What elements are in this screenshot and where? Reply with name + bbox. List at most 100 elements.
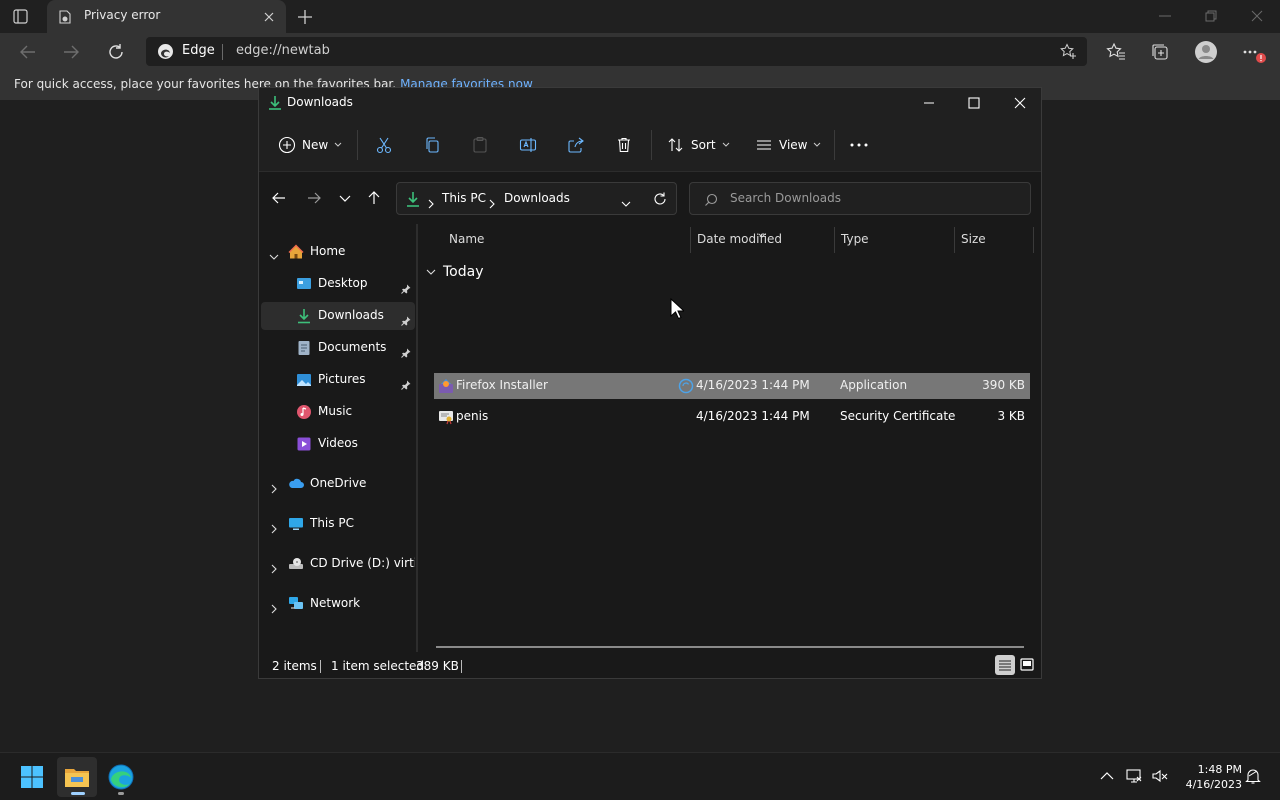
taskbar-file-explorer[interactable] bbox=[57, 757, 97, 797]
recent-locations-icon[interactable] bbox=[336, 189, 354, 207]
taskbar-edge[interactable] bbox=[101, 757, 141, 797]
sidebar-label-onedrive: OneDrive bbox=[310, 476, 367, 490]
sidebar-item-network[interactable]: Network bbox=[261, 590, 415, 618]
forward-icon[interactable] bbox=[60, 41, 82, 63]
network-status-icon[interactable] bbox=[1125, 767, 1143, 785]
start-button[interactable] bbox=[12, 757, 52, 797]
sidebar-item-documents[interactable]: Documents bbox=[261, 334, 415, 362]
collections-icon[interactable] bbox=[1149, 41, 1171, 63]
file-row-penis[interactable]: penis 4/16/2023 1:44 PM Security Certifi… bbox=[434, 404, 1030, 430]
view-label: View bbox=[779, 138, 808, 152]
address-bar[interactable]: Edge edge://newtab bbox=[146, 37, 1087, 66]
sidebar-item-desktop[interactable]: Desktop bbox=[261, 270, 415, 298]
sort-button[interactable]: Sort bbox=[667, 134, 730, 156]
taskbar: 1:48 PM 4/16/2023 bbox=[0, 752, 1280, 800]
chevron-right-icon[interactable] bbox=[269, 519, 279, 534]
search-placeholder: Search Downloads bbox=[730, 191, 841, 205]
column-divider[interactable] bbox=[690, 227, 691, 253]
copy-button[interactable] bbox=[423, 134, 441, 156]
explorer-title: Downloads bbox=[287, 95, 353, 109]
back-arrow-icon[interactable] bbox=[270, 189, 288, 207]
paste-button[interactable] bbox=[471, 134, 489, 156]
sidebar-item-music[interactable]: Music bbox=[261, 398, 415, 426]
more-options-button[interactable] bbox=[849, 134, 869, 156]
pictures-icon bbox=[296, 372, 312, 388]
explorer-maximize-icon[interactable] bbox=[966, 95, 982, 111]
show-hidden-icons-icon[interactable] bbox=[1098, 767, 1116, 785]
chevron-down-icon[interactable] bbox=[269, 247, 279, 260]
chevron-right-icon[interactable] bbox=[269, 479, 279, 494]
view-button[interactable]: View bbox=[755, 134, 821, 156]
address-dropdown-icon[interactable] bbox=[621, 194, 631, 207]
refresh-icon[interactable] bbox=[105, 41, 127, 63]
minimize-icon[interactable] bbox=[1157, 8, 1173, 24]
pin-icon bbox=[401, 375, 411, 390]
sidebar-item-home[interactable]: Home bbox=[261, 238, 415, 266]
add-favorite-icon[interactable] bbox=[1060, 43, 1077, 60]
sidebar-item-cd-drive[interactable]: CD Drive (D:) virtio-win bbox=[261, 550, 415, 578]
onedrive-icon bbox=[288, 476, 304, 492]
chevron-down-icon bbox=[814, 142, 821, 147]
column-header-name[interactable]: Name bbox=[449, 232, 484, 246]
close-window-icon[interactable] bbox=[1249, 8, 1265, 24]
taskbar-clock[interactable]: 1:48 PM 4/16/2023 bbox=[1176, 762, 1242, 792]
sidebar-item-this-pc[interactable]: This PC bbox=[261, 510, 415, 538]
favorites-icon[interactable] bbox=[1105, 41, 1127, 63]
close-tab-icon[interactable] bbox=[262, 9, 276, 23]
group-header-today[interactable]: Today bbox=[425, 262, 484, 282]
breadcrumb[interactable]: This PC Downloads bbox=[396, 182, 677, 215]
notifications-icon[interactable] bbox=[1244, 767, 1262, 785]
sidebar-label-pictures: Pictures bbox=[318, 372, 366, 386]
sidebar-item-videos[interactable]: Videos bbox=[261, 430, 415, 458]
url-text[interactable]: edge://newtab bbox=[236, 43, 330, 58]
restore-icon[interactable] bbox=[1203, 8, 1219, 24]
settings-more-icon[interactable] bbox=[1241, 41, 1266, 63]
explorer-title-bar[interactable]: Downloads bbox=[259, 88, 1041, 118]
chevron-right-icon[interactable] bbox=[269, 559, 279, 574]
column-divider[interactable] bbox=[834, 227, 835, 253]
column-header-size[interactable]: Size bbox=[961, 232, 986, 246]
browser-tab[interactable]: Privacy error bbox=[47, 0, 286, 33]
mouse-cursor-icon bbox=[670, 297, 686, 320]
column-header-type[interactable]: Type bbox=[841, 232, 869, 246]
chevron-right-icon bbox=[487, 194, 497, 209]
delete-button[interactable] bbox=[615, 134, 633, 156]
cut-button[interactable] bbox=[375, 134, 393, 156]
sort-icon bbox=[668, 138, 683, 152]
file-type: Security Certificate bbox=[840, 409, 956, 423]
up-arrow-icon[interactable] bbox=[365, 189, 383, 207]
windows-logo-icon bbox=[21, 766, 43, 788]
column-divider[interactable] bbox=[954, 227, 955, 253]
column-divider[interactable] bbox=[1033, 227, 1034, 253]
tab-actions-icon[interactable] bbox=[10, 7, 38, 27]
cut-icon bbox=[376, 137, 392, 154]
rename-button[interactable] bbox=[519, 134, 537, 156]
search-input[interactable]: Search Downloads bbox=[689, 182, 1031, 215]
sidebar-item-onedrive[interactable]: OneDrive bbox=[261, 470, 415, 498]
forward-arrow-icon[interactable] bbox=[305, 189, 323, 207]
horizontal-scrollbar[interactable] bbox=[436, 646, 1024, 648]
sidebar-item-downloads[interactable]: Downloads bbox=[261, 302, 415, 330]
sidebar-item-pictures[interactable]: Pictures bbox=[261, 366, 415, 394]
column-header-date-modified[interactable]: Date modified bbox=[697, 232, 782, 246]
explorer-close-icon[interactable] bbox=[1012, 95, 1028, 111]
back-icon[interactable] bbox=[17, 41, 39, 63]
file-date: 4/16/2023 1:44 PM bbox=[696, 409, 810, 423]
details-view-button[interactable] bbox=[995, 655, 1015, 675]
breadcrumb-this-pc[interactable]: This PC bbox=[442, 191, 486, 205]
music-icon bbox=[296, 404, 312, 420]
new-button[interactable]: New bbox=[278, 134, 342, 156]
firefox-installer-icon bbox=[438, 378, 454, 394]
refresh-icon[interactable] bbox=[652, 191, 668, 207]
file-row-firefox-installer[interactable]: Firefox Installer 4/16/2023 1:44 PM Appl… bbox=[434, 373, 1030, 399]
chevron-right-icon[interactable] bbox=[269, 599, 279, 614]
volume-muted-icon[interactable] bbox=[1151, 767, 1169, 785]
new-tab-icon[interactable] bbox=[295, 7, 315, 27]
large-icons-view-button[interactable] bbox=[1017, 655, 1037, 675]
breadcrumb-downloads[interactable]: Downloads bbox=[504, 191, 570, 205]
profile-avatar-icon[interactable] bbox=[1194, 40, 1218, 64]
sidebar-scrollbar[interactable] bbox=[416, 224, 418, 652]
explorer-minimize-icon[interactable] bbox=[921, 95, 937, 111]
share-button[interactable] bbox=[567, 134, 585, 156]
file-date: 4/16/2023 1:44 PM bbox=[696, 378, 810, 392]
